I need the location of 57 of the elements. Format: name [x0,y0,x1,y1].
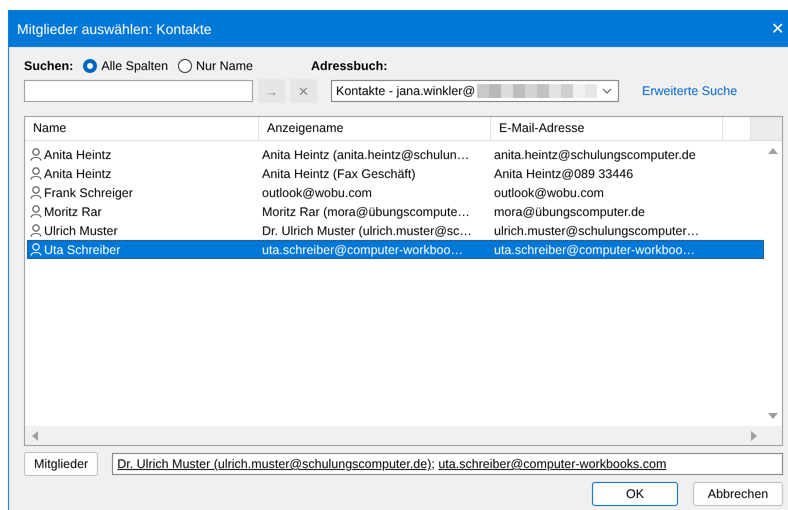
table-cell: mora@übungscomputer.de [494,204,645,218]
search-field[interactable] [24,80,253,102]
table-cell: Moritz Rar (mora@übungscompute… [262,204,470,218]
table-cell: Anita Heintz [44,148,112,162]
column-header[interactable]: Anzeigename [259,117,491,140]
person-icon [30,205,42,218]
scroll-up-icon[interactable] [768,147,778,154]
address-book-dropdown[interactable]: Kontakte - jana.winkler@ [331,80,619,102]
close-button[interactable]: ✕ [767,18,788,38]
contact-row[interactable]: Uta Schreiber uta.schreiber@computer-workboo… uta.schreiber@computer-workboo… [27,240,764,259]
address-book-label: Adressbuch: [311,59,388,73]
contact-row[interactable]: Ulrich Muster Dr. Ulrich Muster (ulrich.muster@sc… ulrich.muster@schulungscomputer… [27,221,764,240]
radio-button[interactable] [83,59,98,73]
table-cell: Dr. Ulrich Muster (ulrich.muster@sc… [262,224,472,238]
table-cell: Frank Schreiger [44,186,133,200]
contact-row[interactable]: Anita Heintz Anita Heintz (anita.heintz@schulun… anita.heintz@schulungscomputer.de [27,145,764,164]
contact-row[interactable]: Anita Heintz Anita Heintz (Fax Geschäft) Anita Heintz@089 33446 [27,164,764,183]
column-header[interactable]: E-Mail-Adresse [491,117,723,140]
table-cell: Ulrich Muster [44,224,118,238]
member-entry[interactable]: Dr. Ulrich Muster (ulrich.muster@schulungscomputer.de) [117,457,432,471]
search-label: Suchen: [24,59,74,73]
contact-row[interactable]: Moritz Rar Moritz Rar (mora@übungscompute… mora@übungscomputer.de [27,202,764,221]
radio-button[interactable] [178,59,192,73]
column-header[interactable]: Name [25,117,259,140]
table-cell: Anita Heintz (anita.heintz@schulun… [262,148,470,162]
members-field[interactable]: Dr. Ulrich Muster (ulrich.muster@schulungscomputer.de); uta.schreiber@computer-workbooks.com [112,453,783,475]
table-cell: Anita Heintz@089 33446 [494,166,634,180]
table-cell: Anita Heintz (Fax Geschäft) [262,166,416,180]
table-cell: anita.heintz@schulungscomputer.de [494,148,696,162]
radio-label[interactable]: Nur Name [196,59,253,73]
person-icon [30,167,42,180]
dialog-button[interactable]: OK [592,482,678,506]
table-cell: Uta Schreiber [44,242,120,256]
table-cell: uta.schreiber@computer-workboo… [494,242,695,256]
table-cell: outlook@wobu.com [494,186,604,200]
person-icon [30,224,42,237]
person-icon [30,148,42,161]
table-cell: uta.schreiber@computer-workboo… [262,242,463,256]
person-icon [30,186,42,199]
contact-row[interactable]: Frank Schreiger outlook@wobu.com outlook@wobu.com [27,183,764,202]
separator: ; [431,457,435,471]
table-cell: Moritz Rar [44,204,102,218]
header-filler [751,117,782,140]
radio-label[interactable]: Alle Spalten [101,59,168,73]
caret-icon [602,88,612,94]
table-cell: outlook@wobu.com [262,186,372,200]
scroll-right-icon[interactable] [751,430,758,440]
scroll-left-icon[interactable] [31,430,38,440]
table-cell: Anita Heintz [44,166,112,180]
table-cell: ulrich.muster@schulungscomputer… [494,224,700,238]
members-button[interactable]: Mitglieder [24,452,98,476]
person-icon [30,243,42,256]
member-entry[interactable]: uta.schreiber@computer-workbooks.com [438,457,666,471]
dialog-button[interactable]: Abbrechen [693,482,783,506]
advanced-search-link[interactable]: Erweiterte Suche [642,84,738,98]
scroll-down-icon[interactable] [768,413,778,420]
window-title: Mitglieder auswählen: Kontakte [17,20,212,36]
